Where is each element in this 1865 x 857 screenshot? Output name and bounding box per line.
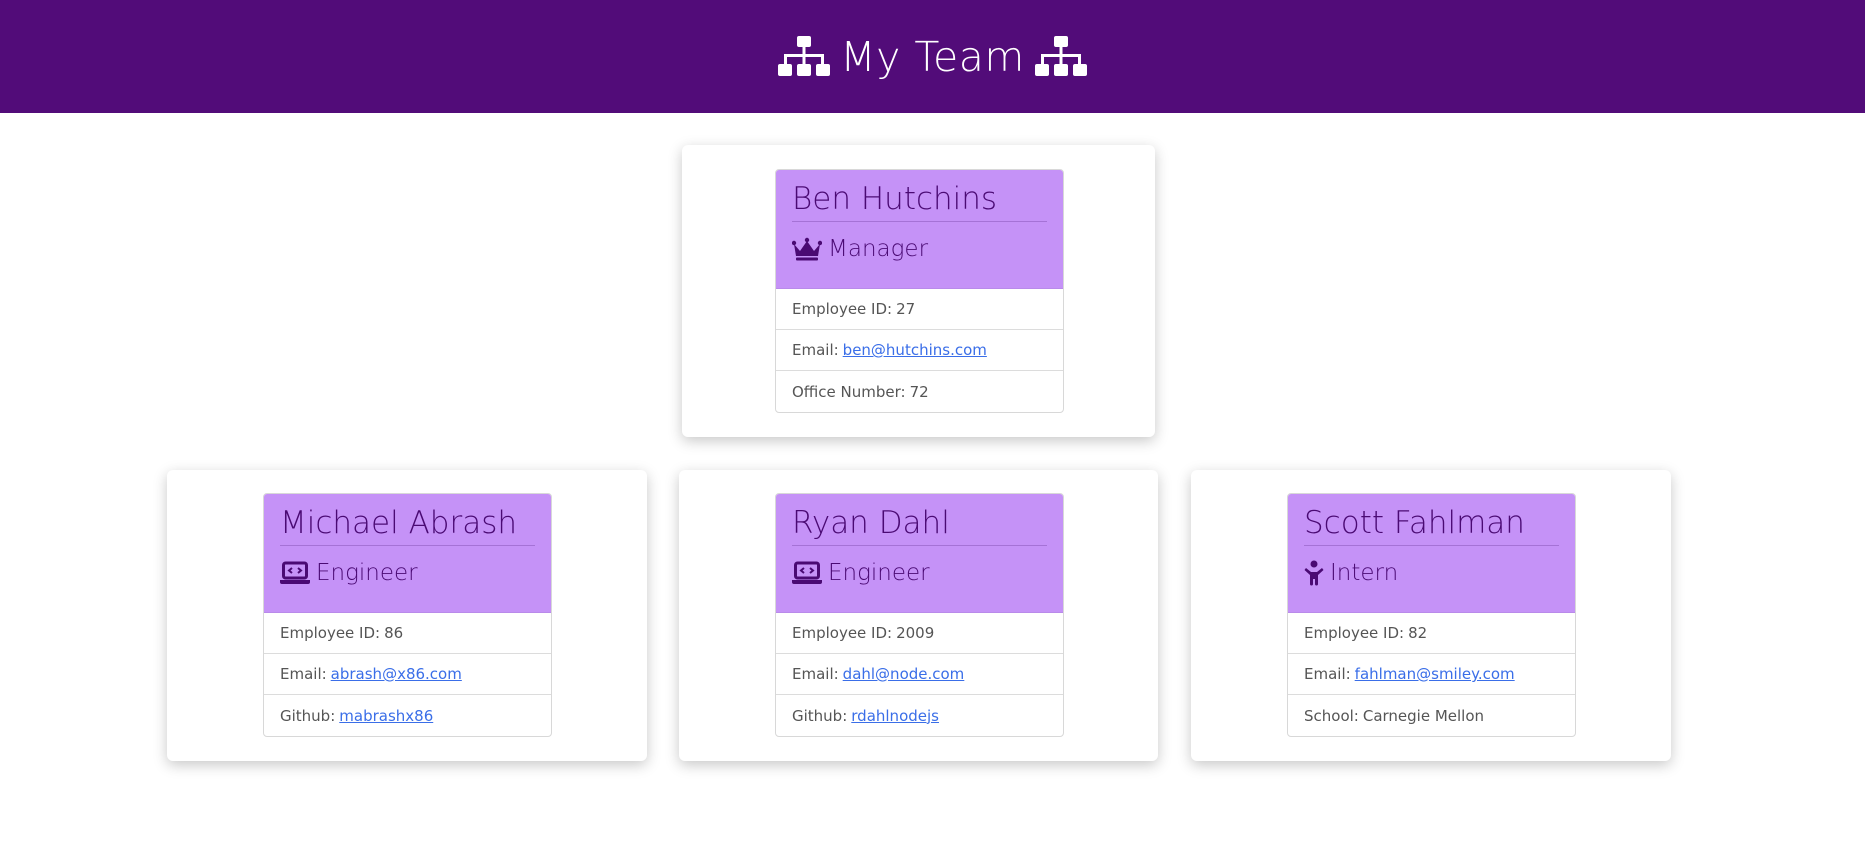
laptop-code-icon	[280, 561, 310, 584]
role-label: Engineer	[316, 560, 418, 586]
page-header: My Team	[0, 0, 1865, 113]
sitemap-icon	[1034, 35, 1087, 76]
employee-id-row: Employee ID: 82	[1288, 613, 1575, 654]
email-link[interactable]: fahlman@smiley.com	[1355, 665, 1515, 683]
sitemap-icon	[778, 35, 831, 76]
email-label: Email:	[792, 341, 839, 359]
employee-card-manager: Ben Hutchins Manager Employee ID: 27 Ema…	[775, 169, 1064, 413]
email-row: Email: fahlman@smiley.com	[1288, 654, 1575, 695]
school-value: Carnegie Mellon	[1362, 706, 1485, 725]
office-number-value: 72	[909, 382, 929, 401]
id-label: Employee ID:	[792, 624, 893, 642]
id-value: 2009	[896, 624, 935, 642]
employee-card-engineer: Ryan Dahl Engineer Employee ID: 2009 Ema…	[775, 493, 1064, 737]
card-header: Michael Abrash Engineer	[264, 494, 551, 613]
laptop-code-icon	[792, 561, 822, 584]
employee-card-engineer: Michael Abrash Engineer Employee ID: 86 …	[263, 493, 552, 737]
email-link[interactable]: abrash@x86.com	[331, 665, 462, 683]
id-label: Employee ID:	[280, 624, 381, 642]
employee-name: Scott Fahlman	[1304, 494, 1559, 546]
card-header: Ben Hutchins Manager	[776, 170, 1063, 289]
page-title: My Team	[840, 32, 1025, 81]
card-header: Scott Fahlman Intern	[1288, 494, 1575, 613]
crown-icon	[792, 237, 822, 261]
id-value: 86	[384, 624, 404, 642]
role-label: Manager	[828, 236, 929, 262]
github-row: Github: rdahlnodejs	[776, 695, 1063, 736]
role-label: Engineer	[828, 560, 930, 586]
card-header: Ryan Dahl Engineer	[776, 494, 1063, 613]
employee-id-row: Employee ID: 27	[776, 289, 1063, 330]
id-value: 27	[896, 300, 916, 318]
child-icon	[1304, 560, 1324, 586]
employee-role: Manager	[792, 236, 1047, 262]
github-label: Github:	[792, 706, 848, 725]
github-row: Github: mabrashx86	[264, 695, 551, 736]
employee-name: Michael Abrash	[280, 494, 535, 546]
employee-role: Engineer	[280, 560, 535, 586]
school-label: School:	[1304, 706, 1359, 725]
office-number-label: Office Number:	[792, 382, 906, 401]
header-title-group: My Team	[778, 33, 1087, 81]
role-label: Intern	[1330, 560, 1399, 586]
email-row: Email: dahl@node.com	[776, 654, 1063, 695]
email-link[interactable]: dahl@node.com	[843, 665, 965, 683]
employee-role: Intern	[1304, 560, 1559, 586]
id-label: Employee ID:	[792, 300, 893, 318]
employee-id-row: Employee ID: 2009	[776, 613, 1063, 654]
employee-name: Ryan Dahl	[792, 494, 1047, 546]
employee-name: Ben Hutchins	[792, 170, 1047, 222]
employee-card-intern: Scott Fahlman Intern Employee ID: 82 Ema…	[1287, 493, 1576, 737]
id-label: Employee ID:	[1304, 624, 1405, 642]
email-label: Email:	[792, 665, 839, 683]
email-row: Email: abrash@x86.com	[264, 654, 551, 695]
email-label: Email:	[280, 665, 327, 683]
employee-role: Engineer	[792, 560, 1047, 586]
github-link[interactable]: rdahlnodejs	[851, 707, 939, 725]
id-value: 82	[1408, 624, 1428, 642]
github-label: Github:	[280, 706, 336, 725]
employee-id-row: Employee ID: 86	[264, 613, 551, 654]
school-row: School: Carnegie Mellon	[1288, 695, 1575, 736]
email-row: Email: ben@hutchins.com	[776, 330, 1063, 371]
office-number-row: Office Number: 72	[776, 371, 1063, 412]
email-link[interactable]: ben@hutchins.com	[843, 341, 987, 359]
github-link[interactable]: mabrashx86	[339, 707, 433, 725]
email-label: Email:	[1304, 665, 1351, 683]
